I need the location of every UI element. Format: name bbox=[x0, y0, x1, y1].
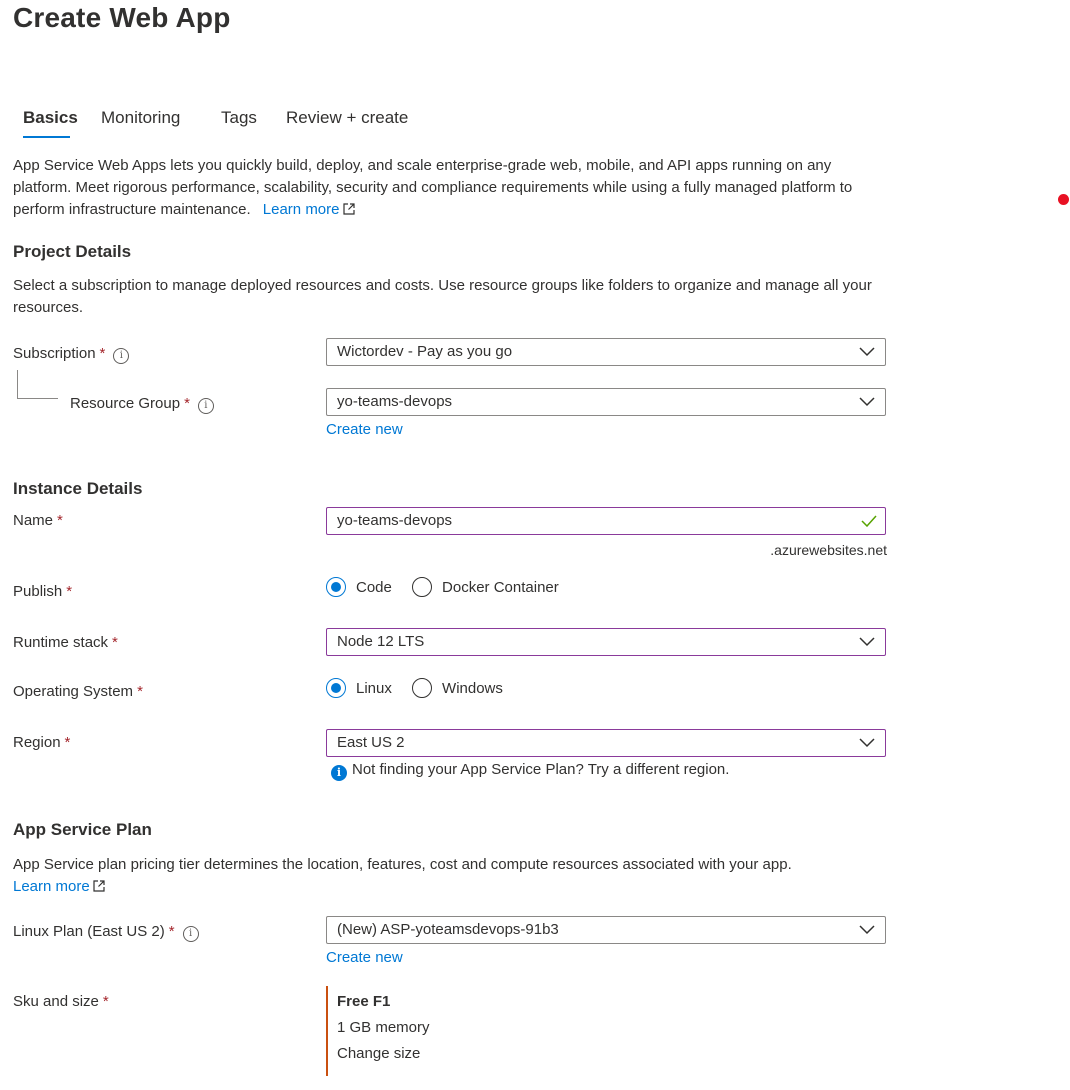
name-label-text: Name bbox=[13, 512, 54, 529]
instance-details-heading: Instance Details bbox=[13, 479, 143, 498]
operating-system-radio-group: Linux Windows bbox=[326, 678, 503, 700]
runtime-stack-value: Node 12 LTS bbox=[337, 633, 425, 650]
radio-button-checked[interactable] bbox=[326, 577, 346, 597]
chevron-down-icon bbox=[859, 347, 875, 357]
notification-dot bbox=[1058, 194, 1069, 205]
subscription-label: Subscription * i bbox=[13, 344, 130, 364]
subscription-label-text: Subscription bbox=[13, 345, 96, 362]
app-service-plan-description-text: App Service plan pricing tier determines… bbox=[13, 856, 792, 873]
learn-more-label: Learn more bbox=[262, 201, 340, 218]
radio-button[interactable] bbox=[412, 577, 433, 597]
runtime-stack-label-text: Runtime stack bbox=[13, 634, 109, 651]
intro-text: App Service Web Apps lets you quickly bu… bbox=[13, 157, 853, 218]
publish-label: Publish * bbox=[13, 582, 72, 602]
resource-group-label: Resource Group * i bbox=[70, 394, 214, 414]
required-marker: * bbox=[112, 634, 118, 651]
radio-button-checked[interactable] bbox=[326, 678, 346, 698]
runtime-stack-dropdown[interactable]: Node 12 LTS bbox=[326, 628, 886, 656]
app-service-plan-heading: App Service Plan bbox=[13, 820, 152, 839]
runtime-stack-label: Runtime stack * bbox=[13, 633, 118, 653]
tab-tags[interactable]: Tags bbox=[221, 108, 257, 128]
region-hint-text: Not finding your App Service Plan? Try a… bbox=[352, 761, 730, 778]
tab-basics[interactable]: Basics bbox=[23, 108, 78, 128]
resource-group-dropdown[interactable]: yo-teams-devops bbox=[326, 388, 886, 416]
publish-option-docker[interactable]: Docker Container bbox=[412, 577, 559, 597]
info-icon[interactable]: i bbox=[113, 348, 130, 364]
publish-option-docker-label: Docker Container bbox=[442, 579, 559, 596]
publish-option-code-label: Code bbox=[356, 579, 392, 596]
required-marker: * bbox=[184, 395, 190, 412]
linux-plan-label: Linux Plan (East US 2) * i bbox=[13, 922, 199, 942]
project-details-heading: Project Details bbox=[13, 242, 132, 261]
os-option-windows[interactable]: Windows bbox=[412, 678, 503, 698]
name-value: yo-teams-devops bbox=[337, 512, 453, 529]
region-value: East US 2 bbox=[337, 734, 405, 751]
sku-size-label-text: Sku and size bbox=[13, 993, 99, 1010]
checkmark-icon bbox=[861, 515, 877, 527]
publish-label-text: Publish bbox=[13, 583, 63, 600]
radio-button[interactable] bbox=[412, 678, 433, 698]
publish-radio-group: Code Docker Container bbox=[326, 577, 559, 599]
project-details-description: Select a subscription to manage deployed… bbox=[13, 277, 872, 316]
external-link-icon bbox=[93, 880, 105, 892]
required-marker: * bbox=[137, 683, 143, 700]
name-label: Name * bbox=[13, 511, 63, 531]
linux-plan-create-new-link[interactable]: Create new bbox=[326, 948, 403, 968]
publish-option-code[interactable]: Code bbox=[326, 577, 392, 597]
tab-monitoring[interactable]: Monitoring bbox=[101, 108, 180, 128]
sku-memory: 1 GB memory bbox=[337, 1019, 430, 1036]
os-option-linux-label: Linux bbox=[356, 680, 392, 697]
required-marker: * bbox=[99, 345, 106, 362]
region-hint: i Not finding your App Service Plan? Try … bbox=[331, 760, 729, 781]
operating-system-label: Operating System * bbox=[13, 682, 143, 702]
linux-plan-dropdown[interactable]: (New) ASP-yoteamsdevops-91b3 bbox=[326, 916, 886, 944]
resource-group-value: yo-teams-devops bbox=[337, 393, 453, 410]
required-marker: * bbox=[64, 734, 71, 751]
tab-review-create[interactable]: Review + create bbox=[286, 108, 408, 128]
required-marker: * bbox=[168, 923, 175, 940]
chevron-down-icon bbox=[859, 925, 875, 935]
intro-description: App Service Web Apps lets you quickly bu… bbox=[13, 155, 883, 221]
os-option-linux[interactable]: Linux bbox=[326, 678, 392, 698]
required-marker: * bbox=[102, 993, 109, 1010]
change-size-link[interactable]: Change size bbox=[337, 1044, 420, 1064]
info-filled-icon: i bbox=[331, 765, 347, 781]
intro-learn-more-link[interactable]: Learn more bbox=[263, 201, 355, 218]
name-input[interactable]: yo-teams-devops bbox=[326, 507, 886, 535]
sku-tier: Free F1 bbox=[337, 993, 391, 1010]
app-service-plan-learn-more-link[interactable]: Learn more bbox=[13, 878, 105, 895]
sku-size-label: Sku and size * bbox=[13, 992, 109, 1012]
os-option-windows-label: Windows bbox=[442, 680, 503, 697]
subscription-value: Wictordev - Pay as you go bbox=[337, 343, 513, 360]
chevron-down-icon bbox=[859, 738, 875, 748]
tree-connector bbox=[17, 370, 58, 399]
app-service-plan-description: App Service plan pricing tier determines… bbox=[13, 854, 893, 898]
external-link-icon bbox=[342, 203, 355, 215]
chevron-down-icon bbox=[859, 637, 875, 647]
info-icon[interactable]: i bbox=[197, 398, 214, 414]
subscription-dropdown[interactable]: Wictordev - Pay as you go bbox=[326, 338, 886, 366]
region-label-text: Region bbox=[13, 734, 61, 751]
required-marker: * bbox=[66, 583, 73, 600]
active-tab-indicator bbox=[23, 136, 70, 138]
required-marker: * bbox=[57, 512, 63, 529]
resource-group-label-text: Resource Group bbox=[70, 395, 181, 412]
region-dropdown[interactable]: East US 2 bbox=[326, 729, 886, 757]
region-label: Region * bbox=[13, 733, 70, 753]
page-title: Create Web App bbox=[13, 2, 231, 33]
operating-system-label-text: Operating System bbox=[13, 683, 134, 700]
info-icon[interactable]: i bbox=[182, 926, 199, 942]
linux-plan-value: (New) ASP-yoteamsdevops-91b3 bbox=[337, 921, 559, 938]
linux-plan-label-text: Linux Plan (East US 2) bbox=[13, 923, 165, 940]
learn-more-label: Learn more bbox=[13, 878, 90, 895]
chevron-down-icon bbox=[859, 397, 875, 407]
resource-group-create-new-link[interactable]: Create new bbox=[326, 420, 403, 440]
sku-accent-bar bbox=[326, 986, 328, 1076]
name-domain-suffix: .azurewebsites.net bbox=[770, 542, 887, 558]
